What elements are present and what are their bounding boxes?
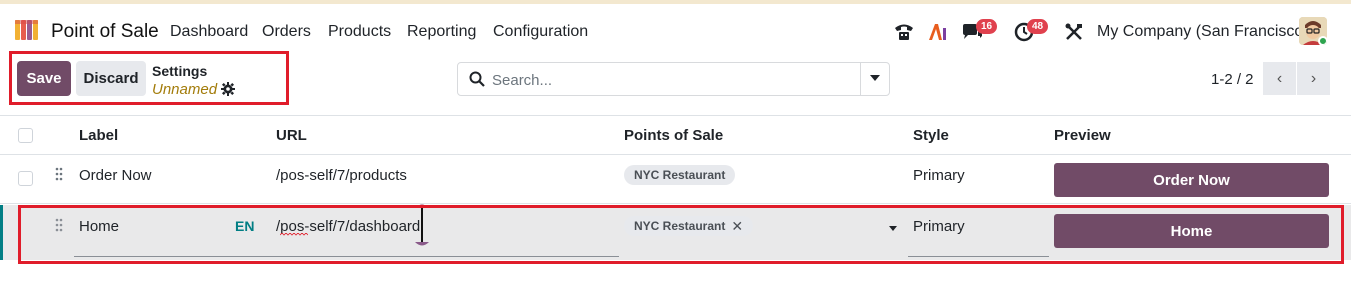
preview-button[interactable]: Order Now [1054,163,1329,197]
pager-value[interactable]: 1-2 / 2 [1211,71,1254,88]
menu-products[interactable]: Products [328,23,391,41]
search-options-toggle[interactable] [870,75,880,81]
pager-previous-button[interactable]: ‹ [1263,62,1296,95]
search-input[interactable] [492,69,852,91]
gear-icon[interactable] [221,82,235,96]
pos-app-icon[interactable] [14,18,40,42]
table-row[interactable]: Order Now /pos-self/7/products NYC Resta… [0,155,1351,204]
column-label[interactable]: Label [79,127,118,144]
drag-handle-icon[interactable] [55,167,63,181]
chevron-left-icon: ‹ [1276,69,1283,87]
select-all-checkbox[interactable] [18,128,33,143]
phone-icon[interactable] [892,20,916,44]
messages-badge: 16 [976,19,998,34]
menu-reporting[interactable]: Reporting [407,23,476,41]
online-status-dot [1318,36,1327,45]
user-avatar[interactable] [1299,17,1327,45]
ai-icon[interactable] [926,20,950,44]
row-selected-indicator [0,205,3,260]
annotation-box-row [18,205,1344,264]
debug-tools-icon[interactable] [1062,20,1086,44]
save-button[interactable]: Save [17,61,71,96]
menu-dashboard[interactable]: Dashboard [170,23,248,41]
row-url: /pos-self/7/products [276,167,407,184]
breadcrumb-settings[interactable]: Settings [152,63,207,79]
pager-next-button[interactable]: › [1297,62,1330,95]
activities-badge: 48 [1027,19,1049,34]
pos-tag: NYC Restaurant [624,165,736,185]
company-switcher[interactable]: My Company (San Francisco) [1097,23,1309,41]
search-divider [860,63,861,95]
table-header: Label URL Points of Sale Style Preview [0,115,1351,155]
row-checkbox[interactable] [18,171,33,186]
chevron-right-icon: › [1310,69,1317,87]
app-title[interactable]: Point of Sale [51,21,159,43]
column-points-of-sale[interactable]: Points of Sale [624,127,723,144]
row-label: Order Now [79,167,152,184]
menu-orders[interactable]: Orders [262,23,311,41]
column-url[interactable]: URL [276,127,307,144]
column-style[interactable]: Style [913,127,949,144]
search-icon [469,71,485,87]
search-bar [457,62,890,96]
discard-button[interactable]: Discard [76,61,146,96]
breadcrumb-current: Unnamed [152,81,218,98]
menu-configuration[interactable]: Configuration [493,23,588,41]
row-style: Primary [913,167,965,184]
column-preview[interactable]: Preview [1054,127,1111,144]
